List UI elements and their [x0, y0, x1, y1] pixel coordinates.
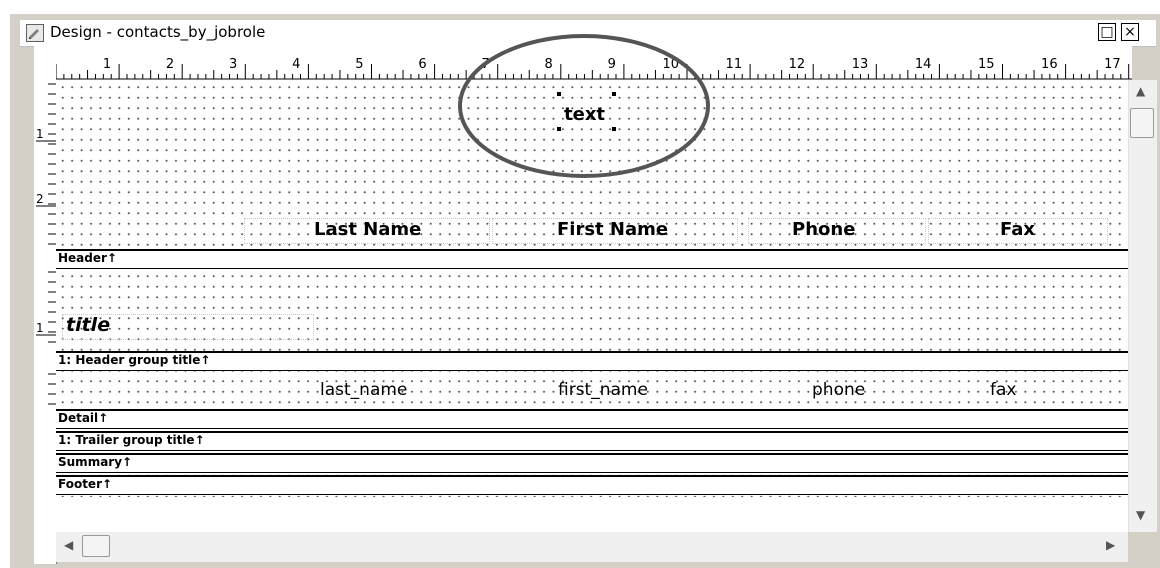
ruler-number: 17 [1104, 57, 1121, 72]
field-first-name[interactable]: first_name [558, 380, 648, 400]
ruler-number: 15 [978, 57, 995, 72]
ruler-number: 4 [292, 57, 300, 72]
band-summary-label: Summary↑ [58, 455, 133, 469]
band-trailer-group[interactable] [56, 431, 1128, 451]
ruler-corner [34, 46, 56, 80]
band-trailer-group-label: 1: Trailer group title↑ [58, 433, 205, 447]
band-summary[interactable] [56, 453, 1128, 473]
canvas-bottom [56, 497, 1128, 532]
ruler-number: 1 [36, 321, 44, 335]
band-footer[interactable] [56, 475, 1128, 495]
title-field: title [66, 314, 111, 336]
ruler-number: 6 [418, 57, 426, 72]
up-arrow-icon[interactable]: ▲ [1136, 84, 1145, 98]
ruler-number: 2 [36, 192, 44, 206]
vertical-ruler-ticks: 1 2 1 [36, 83, 56, 405]
ruler-number: 16 [1041, 57, 1058, 72]
ruler-number: 12 [789, 57, 806, 72]
horizontal-scroll-thumb[interactable] [82, 535, 110, 557]
heading-fax: Fax [1000, 219, 1035, 240]
restore-button[interactable]: □ [1098, 23, 1116, 41]
window-title: Design - contacts_by_jobrole [50, 23, 266, 41]
heading-first-name: First Name [557, 219, 669, 240]
heading-phone: Phone [792, 219, 856, 240]
band-detail[interactable] [56, 409, 1128, 429]
vertical-scroll-thumb[interactable] [1130, 108, 1154, 138]
design-window-icon[interactable] [26, 24, 44, 42]
ruler-number: 14 [915, 57, 932, 72]
ruler-number: 11 [726, 57, 743, 72]
ruler-number: 3 [229, 57, 237, 72]
band-header-group-label: 1: Header group title↑ [58, 353, 211, 367]
field-fax[interactable]: fax [990, 380, 1016, 400]
right-arrow-icon[interactable]: ▶ [1106, 538, 1115, 552]
ruler-number: 1 [103, 57, 111, 72]
field-last-name[interactable]: last_name [320, 380, 407, 400]
left-arrow-icon[interactable]: ◀ [64, 538, 73, 552]
field-phone[interactable]: phone [812, 380, 865, 400]
highlight-circle [458, 34, 710, 178]
down-arrow-icon[interactable]: ▼ [1136, 508, 1145, 522]
band-footer-label: Footer↑ [58, 477, 113, 491]
band-header-label: Header↑ [58, 251, 117, 265]
horizontal-scrollbar[interactable] [56, 532, 1128, 562]
band-detail-label: Detail↑ [58, 411, 109, 425]
ruler-number: 13 [852, 57, 869, 72]
ruler-number: 2 [166, 57, 174, 72]
ruler-number: 1 [36, 127, 44, 141]
close-button[interactable]: × [1121, 23, 1139, 41]
band-header-group[interactable] [56, 351, 1128, 371]
ruler-number: 5 [355, 57, 363, 72]
vertical-scrollbar[interactable] [1128, 80, 1157, 532]
heading-last-name: Last Name [314, 219, 422, 240]
vertical-ruler: 1 2 1 [34, 80, 57, 564]
band-header[interactable] [56, 249, 1128, 269]
